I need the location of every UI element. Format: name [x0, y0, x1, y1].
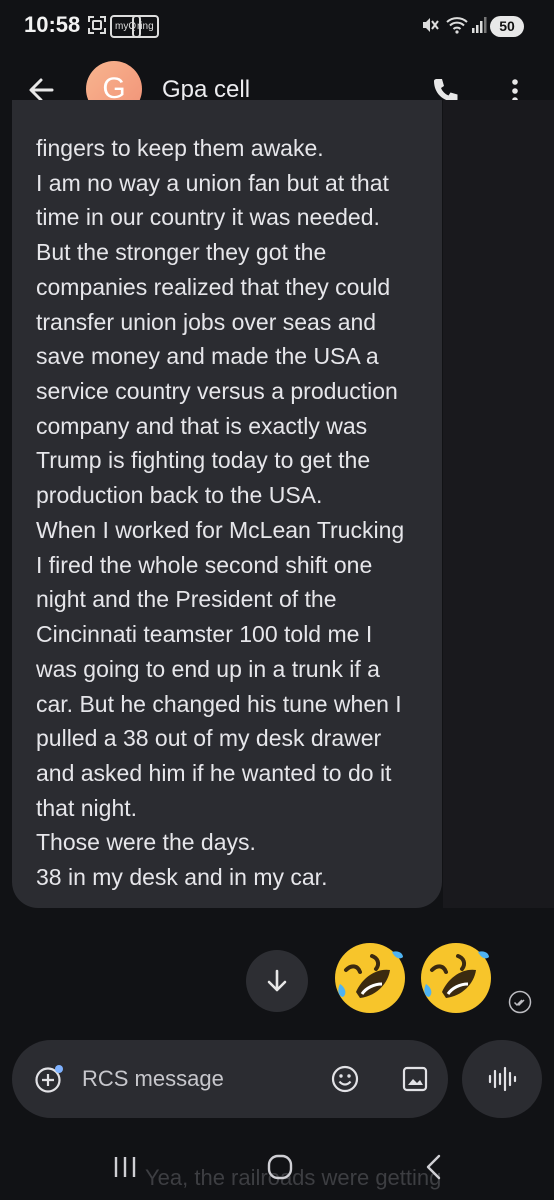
message-line: that night. — [36, 794, 138, 821]
message-line: save money and made the USA a — [36, 343, 379, 370]
message-line: transfer union jobs over seas and — [36, 308, 377, 335]
message-line: I fired the whole second shift one — [36, 551, 373, 578]
home-icon[interactable] — [263, 1150, 297, 1184]
nav-back-icon[interactable] — [418, 1150, 452, 1184]
message-line: companies realized that they could — [36, 273, 391, 300]
message-line: production back to the USA. — [36, 482, 323, 509]
gallery-icon[interactable] — [400, 1064, 430, 1094]
message-line: I am no way a union fan but at that — [36, 169, 389, 196]
message-line: Cincinnati teamster 100 told me I — [36, 621, 373, 648]
read-receipt-icon — [508, 990, 532, 1014]
ring-app-icon: ring — [132, 15, 159, 38]
conversation-background — [443, 100, 554, 908]
battery-indicator: 50 — [490, 16, 524, 37]
mute-icon — [420, 14, 440, 36]
compose-bar: RCS message — [12, 1040, 448, 1118]
message-line: 38 in my desk and in my car. — [36, 864, 328, 891]
signal-icon — [470, 14, 488, 36]
audio-waveform-icon — [488, 1066, 517, 1092]
message-line: and asked him if he wanted to do it — [36, 759, 392, 786]
arrow-down-icon — [267, 969, 287, 992]
message-line: was going to end up in a trunk if a — [36, 655, 380, 682]
rolling-laughing-emoji[interactable] — [418, 940, 494, 1016]
message-line: Those were the days. — [36, 829, 256, 856]
message-line: Trump is fighting today to get the — [36, 447, 371, 474]
message-line: When I worked for McLean Trucking — [36, 516, 405, 543]
message-line: pulled a 38 out of my desk drawer — [36, 725, 382, 752]
message-input[interactable]: RCS message — [82, 1066, 224, 1092]
screenshot-icon — [86, 14, 108, 36]
voice-message-button[interactable] — [462, 1040, 542, 1118]
message-text: fingers to keep them awake. I am no way … — [36, 131, 436, 895]
message-line: car. But he changed his tune when I — [36, 690, 402, 717]
status-time: 10:58 — [24, 12, 81, 37]
message-line: company and that is exactly was — [36, 412, 368, 439]
emoji-icon[interactable] — [330, 1064, 360, 1094]
scroll-to-bottom-button[interactable] — [246, 950, 308, 1012]
add-attachment-icon[interactable] — [34, 1064, 64, 1094]
message-line: fingers to keep them awake. — [36, 135, 324, 161]
wifi-icon — [446, 14, 468, 36]
message-line: service country versus a production — [36, 378, 398, 405]
message-line: night and the President of the — [36, 586, 337, 613]
rolling-laughing-emoji[interactable] — [332, 940, 408, 1016]
message-line: time in our country it was needed. — [36, 204, 380, 231]
status-bar: 10:58 myQ ring 50 — [0, 0, 554, 52]
recent-apps-icon[interactable] — [108, 1150, 142, 1184]
message-line: But the stronger they got the — [36, 239, 327, 266]
